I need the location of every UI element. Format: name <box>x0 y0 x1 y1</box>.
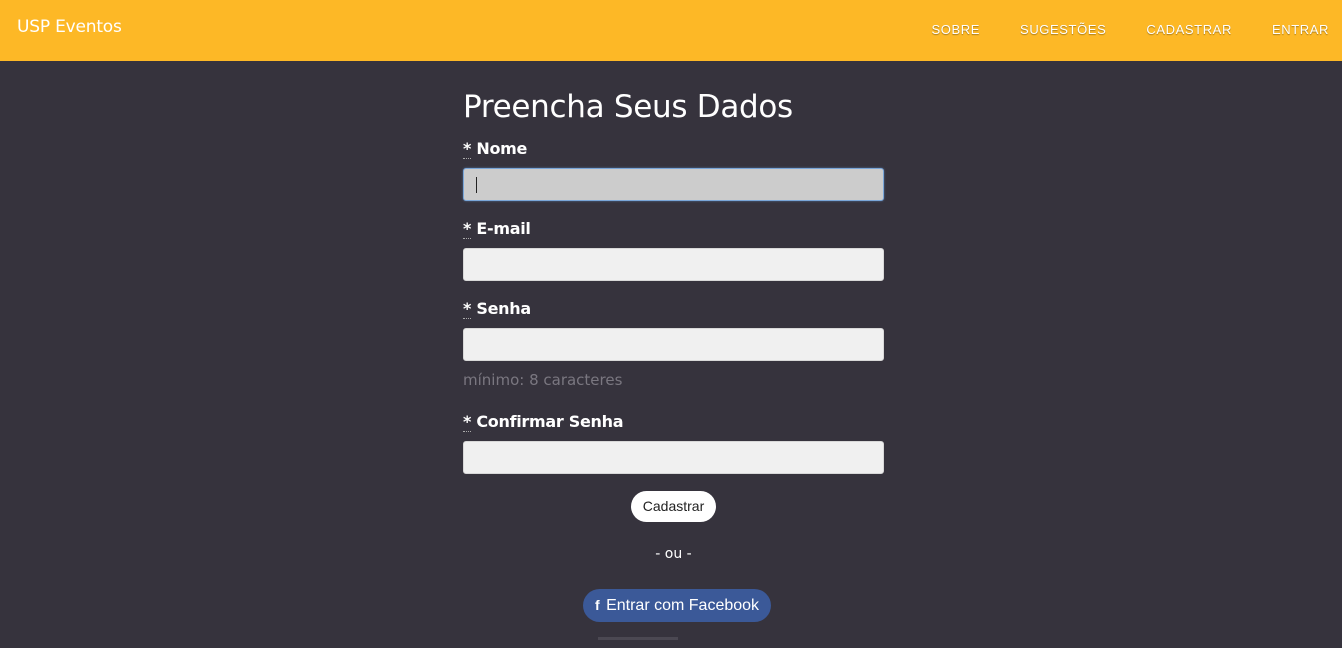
password-input[interactable] <box>463 328 884 361</box>
page-title: Preencha Seus Dados <box>463 89 793 125</box>
facebook-button-label: Entrar com Facebook <box>606 597 760 614</box>
or-divider: - ou - <box>655 546 692 562</box>
facebook-f-icon: f <box>594 597 600 613</box>
email-label-text: E-mail <box>476 219 531 238</box>
name-input[interactable] <box>463 168 884 201</box>
confirm-password-input[interactable] <box>463 441 884 474</box>
password-field-label: * Senha <box>463 299 531 319</box>
password-hint: mínimo: 8 caracteres <box>463 371 623 389</box>
facebook-login-button[interactable]: f Entrar com Facebook <box>583 589 771 622</box>
nav-links: SOBRE SUGESTÕES CADASTRAR ENTRAR <box>932 22 1329 37</box>
confirm-password-label-text: Confirmar Senha <box>476 412 624 431</box>
nav-link-sugestoes[interactable]: SUGESTÕES <box>1020 22 1106 37</box>
password-label-text: Senha <box>476 299 531 318</box>
required-marker: * <box>463 299 472 319</box>
confirm-password-field-label: * Confirmar Senha <box>463 412 624 432</box>
top-navbar: USP Eventos SOBRE SUGESTÕES CADASTRAR EN… <box>0 0 1342 61</box>
name-field-label: * Nome <box>463 139 528 159</box>
nav-link-entrar[interactable]: ENTRAR <box>1272 22 1329 37</box>
required-marker: * <box>463 139 472 159</box>
required-marker: * <box>463 412 472 432</box>
email-field-label: * E-mail <box>463 219 531 239</box>
email-input[interactable] <box>463 248 884 281</box>
brand-logo-text[interactable]: USP Eventos <box>17 17 122 37</box>
required-marker: * <box>463 219 472 239</box>
signup-form: Preencha Seus Dados * Nome * E-mail * Se… <box>463 86 884 640</box>
text-caret <box>476 177 477 193</box>
nav-link-sobre[interactable]: SOBRE <box>932 22 981 37</box>
name-label-text: Nome <box>476 139 528 158</box>
nav-link-cadastrar[interactable]: CADASTRAR <box>1146 22 1232 37</box>
bottom-divider-line <box>598 637 678 640</box>
submit-button[interactable]: Cadastrar <box>631 491 716 522</box>
